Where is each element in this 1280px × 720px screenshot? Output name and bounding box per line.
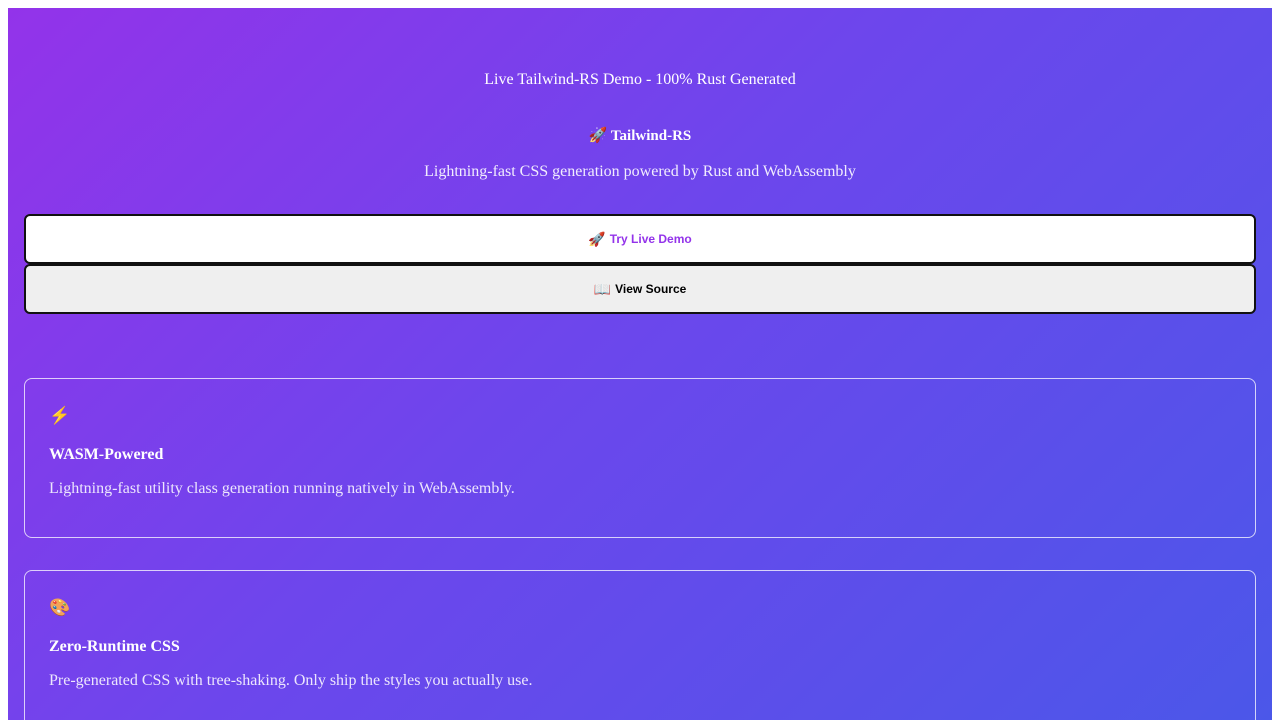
- hero-tagline: Live Tailwind-RS Demo - 100% Rust Genera…: [484, 71, 796, 88]
- try-live-demo-button[interactable]: 🚀 Try Live Demo: [24, 214, 1256, 264]
- palette-icon: 🎨: [49, 598, 71, 617]
- lightning-icon: ⚡: [49, 406, 71, 425]
- feature-title: Zero-Runtime CSS: [49, 638, 180, 655]
- feature-card-wasm: ⚡ WASM-Powered Lightning-fast utility cl…: [24, 378, 1256, 538]
- hero-subtitle: Lightning-fast CSS generation powered by…: [424, 163, 856, 180]
- try-live-demo-label: Try Live Demo: [609, 232, 692, 246]
- feature-description: Pre-generated CSS with tree-shaking. Onl…: [49, 672, 533, 689]
- feature-description: Lightning-fast utility class generation …: [49, 480, 515, 497]
- rocket-icon: 🚀: [588, 128, 608, 144]
- view-source-label: View Source: [615, 282, 687, 296]
- book-icon: 📖: [593, 280, 612, 297]
- page-background: Live Tailwind-RS Demo - 100% Rust Genera…: [8, 8, 1272, 720]
- feature-title: WASM-Powered: [49, 446, 164, 463]
- feature-card-zero-runtime: 🎨 Zero-Runtime CSS Pre-generated CSS wit…: [24, 570, 1256, 720]
- brand-name: Tailwind-RS: [610, 128, 692, 144]
- view-source-button[interactable]: 📖 View Source: [24, 264, 1256, 314]
- brand-title: 🚀 Tailwind-RS: [8, 126, 1272, 146]
- rocket-icon: 🚀: [588, 230, 606, 247]
